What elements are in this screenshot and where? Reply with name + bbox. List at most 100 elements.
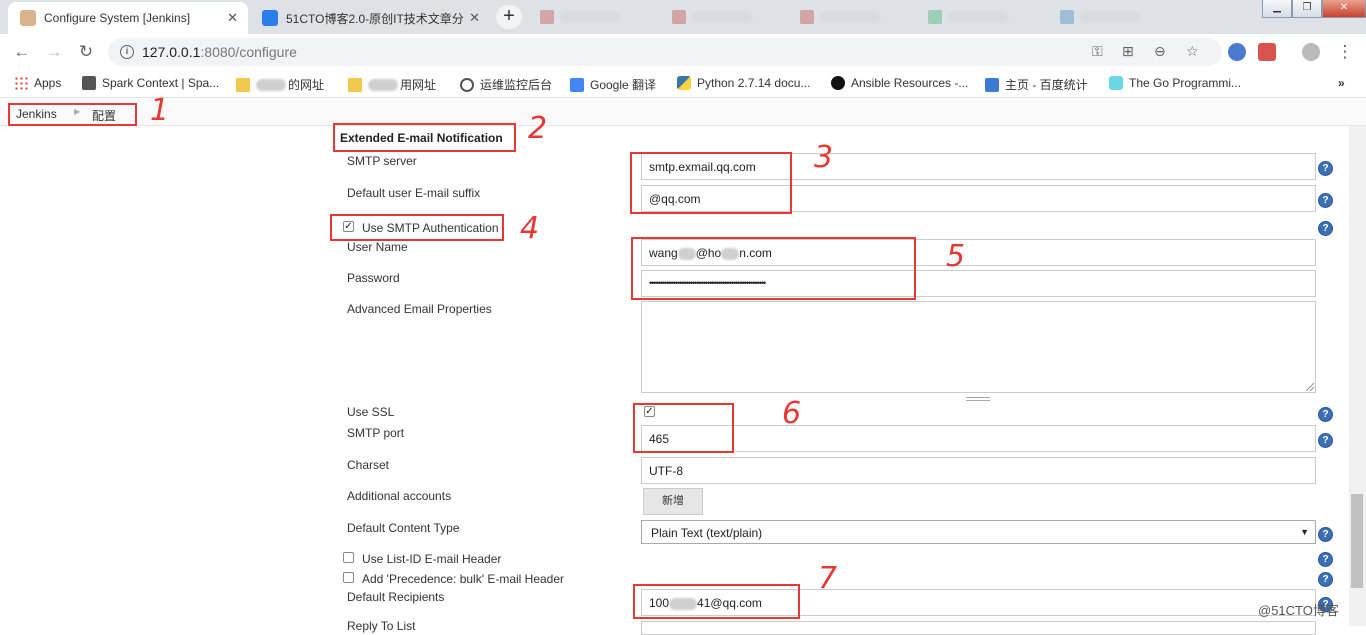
smtp-port-input[interactable]: 465 bbox=[641, 425, 1316, 452]
vertical-scrollbar[interactable] bbox=[1349, 126, 1366, 626]
new-tab-button[interactable]: + bbox=[496, 5, 522, 29]
translate-icon[interactable]: ⊞ bbox=[1122, 43, 1134, 60]
background-tab[interactable] bbox=[1060, 8, 1140, 26]
annotation-number-4: 4 bbox=[520, 211, 540, 246]
tab-favicon-icon bbox=[540, 10, 554, 24]
background-tab[interactable] bbox=[540, 8, 620, 26]
tab-favicon-icon bbox=[800, 10, 814, 24]
tab-title: 51CTO博客2.0-原创IT技术文章分 bbox=[286, 11, 464, 26]
bookmark-folder-2[interactable]: 用网址 bbox=[348, 76, 436, 93]
bookmarks-bar: Apps Spark Context | Spa... 的网址 用网址 运维监控… bbox=[0, 70, 1366, 98]
globe-icon bbox=[460, 77, 474, 92]
annotation-box-4 bbox=[330, 214, 504, 241]
scrollbar-thumb[interactable] bbox=[1351, 494, 1363, 588]
url-text[interactable]: 127.0.0.1:8080/configure bbox=[142, 44, 297, 60]
smtp-port-label: SMTP port bbox=[347, 426, 405, 440]
gopher-icon bbox=[1109, 76, 1123, 90]
bookmark-star-icon[interactable]: ☆ bbox=[1186, 43, 1199, 60]
extension-icon[interactable] bbox=[1228, 43, 1246, 61]
help-icon[interactable]: ? bbox=[1318, 407, 1333, 422]
51cto-favicon-icon bbox=[262, 10, 278, 26]
tab-favicon-icon bbox=[1060, 10, 1074, 24]
help-icon[interactable]: ? bbox=[1318, 552, 1333, 567]
annotation-box-3 bbox=[630, 152, 792, 214]
bookmark-google-translate[interactable]: Google 翻译 bbox=[570, 76, 656, 93]
reply-to-input[interactable] bbox=[641, 621, 1316, 635]
annotation-number-1: 1 bbox=[150, 93, 170, 128]
menu-kebab-icon[interactable]: ⋮ bbox=[1334, 41, 1356, 63]
annotation-box-6 bbox=[633, 403, 734, 453]
help-icon[interactable]: ? bbox=[1318, 161, 1333, 176]
reply-to-label: Reply To List bbox=[347, 619, 416, 633]
close-tab-icon[interactable]: ✕ bbox=[469, 10, 480, 26]
charset-label: Charset bbox=[347, 458, 390, 472]
jenkins-favicon-icon bbox=[20, 10, 36, 26]
help-icon[interactable]: ? bbox=[1318, 527, 1333, 542]
content-type-select[interactable]: Plain Text (text/plain) ▼ bbox=[641, 520, 1316, 544]
advanced-properties-label: Advanced Email Properties bbox=[347, 302, 492, 316]
use-ssl-label: Use SSL bbox=[347, 405, 395, 419]
annotation-box-5 bbox=[631, 237, 916, 300]
help-icon[interactable]: ? bbox=[1318, 193, 1333, 208]
content-type-label: Default Content Type bbox=[347, 521, 460, 535]
minimize-button[interactable]: ▁ bbox=[1262, 0, 1292, 18]
info-icon[interactable]: i bbox=[120, 45, 134, 59]
annotation-box-7 bbox=[633, 584, 800, 619]
close-tab-icon[interactable]: ✕ bbox=[227, 10, 238, 26]
folder-icon bbox=[348, 77, 362, 92]
textarea-splitter-handle[interactable] bbox=[966, 397, 990, 401]
password-label: Password bbox=[347, 271, 400, 285]
tab-favicon-icon bbox=[672, 10, 686, 24]
dropdown-arrow-icon: ▼ bbox=[1300, 527, 1309, 537]
recipients-label: Default Recipients bbox=[347, 590, 445, 604]
annotation-number-2: 2 bbox=[528, 111, 548, 146]
bookmark-apps[interactable]: Apps bbox=[14, 76, 61, 90]
advanced-properties-textarea[interactable] bbox=[641, 301, 1316, 393]
additional-accounts-label: Additional accounts bbox=[347, 489, 452, 503]
translate-icon bbox=[570, 77, 584, 92]
watermark: @51CTO博客 bbox=[1258, 603, 1339, 618]
breadcrumb: Jenkins ▶ 配置 bbox=[0, 99, 1366, 126]
forward-arrow-icon[interactable]: → bbox=[43, 41, 65, 63]
charset-input[interactable]: UTF-8 bbox=[641, 457, 1316, 484]
zoom-icon[interactable]: ⊖ bbox=[1154, 43, 1166, 60]
reload-icon[interactable]: ↻ bbox=[75, 41, 97, 63]
maximize-button[interactable]: ❐ bbox=[1292, 0, 1322, 18]
annotation-number-3: 3 bbox=[814, 140, 834, 175]
annotation-box-2 bbox=[333, 123, 516, 152]
help-icon[interactable]: ? bbox=[1318, 221, 1333, 236]
tab-51cto[interactable]: 51CTO博客2.0-原创IT技术文章分 ✕ bbox=[250, 2, 490, 34]
list-id-label: Use List-ID E-mail Header bbox=[362, 552, 502, 566]
list-id-checkbox[interactable] bbox=[343, 552, 354, 563]
book-icon bbox=[82, 76, 96, 90]
smtp-server-label: SMTP server bbox=[347, 154, 417, 168]
suffix-label: Default user E-mail suffix bbox=[347, 186, 481, 200]
bookmark-spark[interactable]: Spark Context | Spa... bbox=[82, 76, 219, 90]
background-tab[interactable] bbox=[800, 8, 880, 26]
background-tab[interactable] bbox=[672, 8, 752, 26]
profile-avatar-icon[interactable] bbox=[1302, 43, 1320, 61]
background-tab[interactable] bbox=[928, 8, 1008, 26]
key-icon[interactable]: ⚿ bbox=[1092, 43, 1103, 60]
bookmark-python[interactable]: Python 2.7.14 docu... bbox=[677, 76, 810, 90]
help-icon[interactable]: ? bbox=[1318, 433, 1333, 448]
add-account-button[interactable]: 新增 bbox=[643, 488, 703, 515]
precedence-checkbox[interactable] bbox=[343, 572, 354, 583]
bookmark-go[interactable]: The Go Programmi... bbox=[1109, 76, 1241, 90]
bookmark-monitor[interactable]: 运维监控后台 bbox=[460, 76, 552, 93]
apps-grid-icon bbox=[14, 76, 28, 90]
window-close-button[interactable]: ✕ bbox=[1322, 0, 1366, 18]
bookmark-baidu-stats[interactable]: 主页 - 百度统计 bbox=[985, 76, 1088, 93]
precedence-label: Add 'Precedence: bulk' E-mail Header bbox=[362, 572, 565, 586]
address-bar[interactable]: i 127.0.0.1:8080/configure ⚿ ⊞ ⊖ ☆ bbox=[108, 38, 1222, 66]
help-icon[interactable]: ? bbox=[1318, 572, 1333, 587]
bookmark-folder-1[interactable]: 的网址 bbox=[236, 76, 324, 93]
more-bookmarks-chevron-icon[interactable]: » bbox=[1338, 76, 1345, 90]
tab-configure-system[interactable]: Configure System [Jenkins] ✕ bbox=[8, 2, 248, 34]
bookmark-ansible[interactable]: Ansible Resources -... bbox=[831, 76, 968, 90]
back-arrow-icon[interactable]: ← bbox=[11, 41, 33, 63]
annotation-number-7: 7 bbox=[818, 561, 838, 596]
extension-icon[interactable] bbox=[1258, 43, 1276, 61]
username-label: User Name bbox=[347, 240, 408, 254]
resize-handle-icon[interactable] bbox=[1306, 383, 1314, 391]
